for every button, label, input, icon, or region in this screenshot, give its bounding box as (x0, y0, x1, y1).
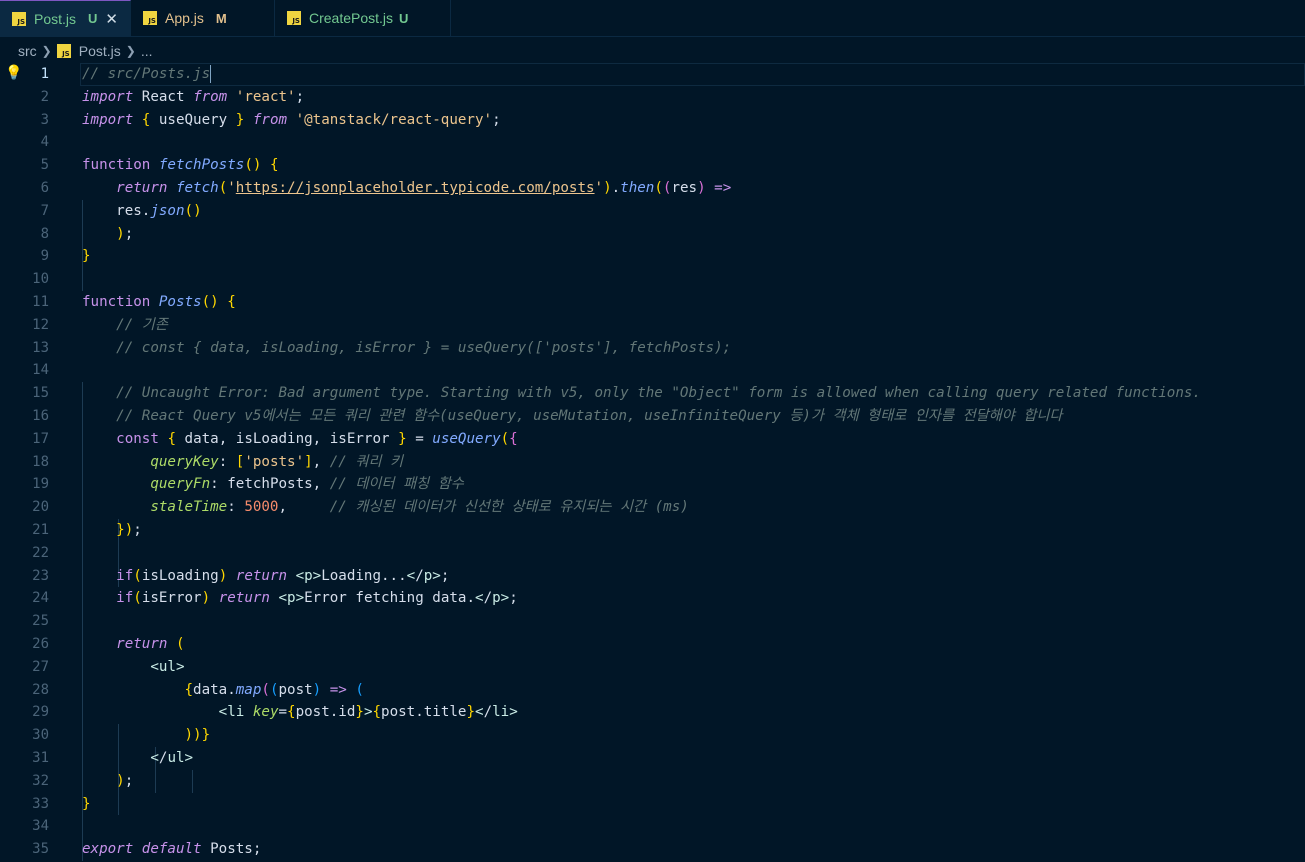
code-line[interactable] (82, 268, 1305, 291)
line-number: 7 (40, 202, 49, 219)
code-line[interactable]: import React from 'react'; (82, 86, 1305, 109)
line-number: 35 (32, 841, 49, 858)
line-number: 32 (32, 772, 49, 789)
line-number: 22 (32, 544, 49, 561)
line-number: 28 (32, 681, 49, 698)
text-cursor (210, 65, 212, 83)
code-line[interactable]: // Uncaught Error: Bad argument type. St… (82, 382, 1305, 405)
line-number: 16 (32, 407, 49, 424)
code-line[interactable]: if(isError) return <p>Error fetching dat… (82, 587, 1305, 610)
code-line[interactable]: staleTime: 5000, // 캐싱된 데이터가 신선한 상태로 유지되… (82, 496, 1305, 519)
editor-tab-bar: JS Post.js U ✕ JS App.js M JS CreatePost… (0, 0, 1305, 37)
git-status-badge: U (88, 11, 98, 26)
code-line[interactable]: } (82, 793, 1305, 816)
code-line[interactable]: return fetch('https://jsonplaceholder.ty… (82, 177, 1305, 200)
line-number: 33 (32, 795, 49, 812)
js-file-icon: JS (56, 44, 71, 58)
line-number: 21 (32, 521, 49, 538)
code-line[interactable]: if(isLoading) return <p>Loading...</p>; (82, 565, 1305, 588)
chevron-right-icon: ❯ (41, 44, 52, 58)
code-line[interactable] (82, 815, 1305, 838)
code-line[interactable]: ))} (82, 724, 1305, 747)
code-line[interactable] (82, 359, 1305, 382)
code-line[interactable]: // 기존 (82, 314, 1305, 337)
line-number: 14 (32, 362, 49, 379)
js-file-icon: JS (12, 11, 26, 26)
line-number: 23 (32, 567, 49, 584)
line-number: 12 (32, 316, 49, 333)
line-number: 10 (32, 271, 49, 288)
code-editor[interactable]: 💡 1 2 3 4 5 6 7 8 9 10 11 12 13 14 15 16 17 18 19 20 21 22 23 2… (0, 63, 1305, 862)
line-number: 3 (40, 111, 49, 128)
line-number: 5 (40, 157, 49, 174)
tab-label: CreatePost.js (308, 10, 394, 26)
code-line[interactable]: <ul> (82, 656, 1305, 679)
code-line[interactable]: ); (82, 223, 1305, 246)
line-number: 13 (32, 339, 49, 356)
code-line[interactable]: function Posts() { (82, 291, 1305, 314)
line-number: 11 (32, 293, 49, 310)
tab-label: Post.js (34, 10, 77, 27)
code-line[interactable]: // src/Posts.js (80, 63, 1305, 86)
js-file-icon: JS (142, 11, 157, 25)
tab-post-js[interactable]: JS Post.js U ✕ (0, 0, 131, 36)
line-number: 24 (32, 590, 49, 607)
line-number: 25 (32, 613, 49, 630)
line-number: 4 (40, 134, 49, 151)
js-file-icon: JS (286, 11, 301, 25)
line-number: 2 (40, 88, 49, 105)
code-line[interactable]: const { data, isLoading, isError } = use… (82, 428, 1305, 451)
code-line[interactable]: queryKey: ['posts'], // 쿼리 키 (82, 451, 1305, 474)
line-number: 29 (32, 704, 49, 721)
line-number: 26 (32, 635, 49, 652)
code-line[interactable]: res.json() (82, 200, 1305, 223)
breadcrumb-file[interactable]: Post.js (79, 43, 121, 59)
code-line[interactable]: </ul> (82, 747, 1305, 770)
line-number: 9 (40, 248, 49, 265)
tab-label: App.js (164, 10, 204, 26)
breadcrumb: src ❯ JS Post.js ❯ ... (0, 37, 1305, 65)
line-number: 20 (32, 499, 49, 516)
chevron-right-icon: ❯ (125, 44, 136, 58)
line-number: 30 (32, 727, 49, 744)
breadcrumb-symbol[interactable]: ... (141, 43, 153, 59)
code-line[interactable]: } (82, 245, 1305, 268)
code-line[interactable]: queryFn: fetchPosts, // 데이터 패칭 함수 (82, 473, 1305, 496)
code-line[interactable]: function fetchPosts() { (82, 154, 1305, 177)
line-number: 17 (32, 430, 49, 447)
line-number: 34 (32, 818, 49, 835)
line-number: 31 (32, 749, 49, 766)
line-number: 27 (32, 658, 49, 675)
line-number: 15 (32, 385, 49, 402)
breadcrumb-folder[interactable]: src (18, 43, 37, 59)
tab-createpost-js[interactable]: JS CreatePost.js U (275, 0, 451, 36)
git-status-badge: U (399, 10, 409, 26)
line-number: 19 (32, 476, 49, 493)
code-line[interactable]: }); (82, 519, 1305, 542)
line-number: 8 (40, 225, 49, 242)
code-line[interactable]: // const { data, isLoading, isError } = … (82, 337, 1305, 360)
code-line[interactable]: <li key={post.id}>{post.title}</li> (82, 701, 1305, 724)
line-number: 18 (32, 453, 49, 470)
close-icon[interactable]: ✕ (105, 10, 118, 28)
code-line[interactable]: return ( (82, 633, 1305, 656)
code-line[interactable]: export default Posts; (82, 838, 1305, 861)
line-number-gutter: 💡 1 2 3 4 5 6 7 8 9 10 11 12 13 14 15 16 17 18 19 20 21 22 23 2… (0, 63, 64, 861)
lightbulb-icon[interactable]: 💡 (5, 65, 22, 79)
code-line[interactable]: import { useQuery } from '@tanstack/reac… (82, 109, 1305, 132)
git-status-badge: M (215, 10, 227, 26)
code-line[interactable]: // React Query v5에서는 모든 쿼리 관련 함수(useQuer… (82, 405, 1305, 428)
code-line[interactable]: ); (82, 770, 1305, 793)
code-line[interactable]: {data.map((post) => ( (82, 679, 1305, 702)
line-number: 6 (40, 179, 49, 196)
tab-app-js[interactable]: JS App.js M (131, 0, 275, 36)
code-area[interactable]: // src/Posts.js import React from 'react'… (80, 63, 1305, 861)
code-line[interactable] (82, 131, 1305, 154)
code-line[interactable] (82, 610, 1305, 633)
code-line[interactable] (82, 542, 1305, 565)
